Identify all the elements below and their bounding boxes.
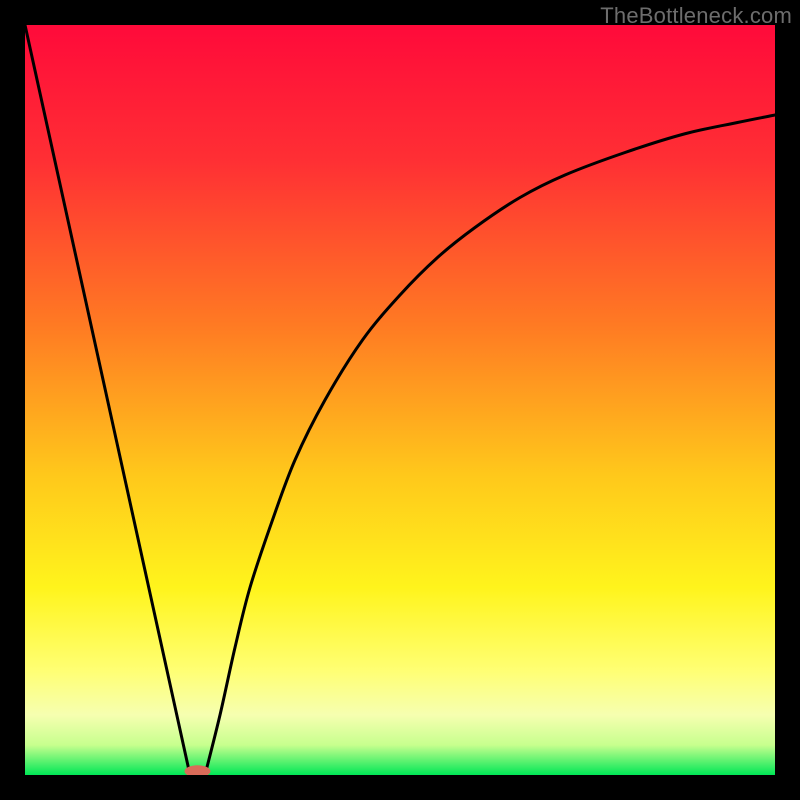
watermark-text: TheBottleneck.com (600, 3, 792, 29)
chart-svg (25, 25, 775, 775)
chart-frame: TheBottleneck.com (0, 0, 800, 800)
gradient-background (25, 25, 775, 775)
plot-area (25, 25, 775, 775)
